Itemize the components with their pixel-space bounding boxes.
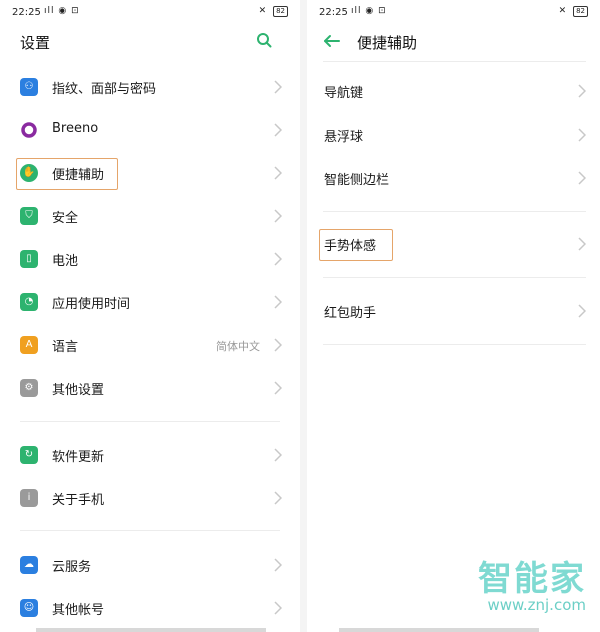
chevron-right-icon — [274, 338, 282, 352]
settings-item-other-accounts[interactable]: ☺ 其他帐号 — [0, 589, 300, 627]
scroll-edge — [36, 628, 266, 632]
assist-screen: 22:25 ıll ◉ ⊡ ✕ 82 便捷辅助 导航键 悬浮球 智能侧边栏 手势… — [307, 0, 600, 632]
settings-item-security[interactable]: ⛉ 安全 — [0, 197, 300, 235]
settings-item-software-update[interactable]: ↻ 软件更新 — [0, 436, 300, 474]
battery-icon: ▯ — [20, 250, 38, 268]
settings-header: 设置 — [12, 30, 288, 54]
chevron-right-icon — [578, 237, 586, 251]
other-settings-icon: ⚙ — [20, 379, 38, 397]
settings-item-cloud[interactable]: ☁ 云服务 — [0, 546, 300, 584]
assist-item-smart-sidebar[interactable]: 智能侧边栏 — [307, 159, 600, 197]
chevron-right-icon — [274, 252, 282, 266]
status-right: ✕ 82 — [259, 6, 288, 17]
item-label: 云服务 — [52, 560, 92, 575]
account-icon: ☺ — [20, 599, 38, 617]
watermark: 智能家 www.znj.com — [478, 551, 586, 614]
item-label: 语言 — [52, 340, 79, 355]
item-label: 其他帐号 — [52, 603, 105, 618]
back-arrow-icon[interactable] — [323, 34, 341, 48]
search-icon[interactable] — [256, 32, 272, 48]
item-label: 安全 — [52, 211, 79, 226]
language-value: 简体中文 — [216, 340, 260, 353]
chevron-right-icon — [578, 84, 586, 98]
settings-item-breeno[interactable]: Breeno — [0, 111, 300, 149]
section-divider — [323, 277, 586, 278]
battery-indicator: 82 — [573, 6, 588, 17]
shield-icon: ⛉ — [20, 207, 38, 225]
panel-gap — [300, 0, 307, 632]
battery-indicator: 82 — [273, 6, 288, 17]
settings-item-other-settings[interactable]: ⚙ 其他设置 — [0, 369, 300, 407]
language-icon: A — [20, 336, 38, 354]
watermark-brand: 智能家 — [478, 559, 586, 599]
chevron-right-icon — [274, 491, 282, 505]
update-icon: ↻ — [20, 446, 38, 464]
settings-item-battery[interactable]: ▯ 电池 — [0, 240, 300, 278]
chevron-right-icon — [578, 304, 586, 318]
chevron-right-icon — [274, 80, 282, 94]
info-icon: i — [20, 489, 38, 507]
item-label: 红包助手 — [324, 306, 377, 321]
chevron-right-icon — [274, 123, 282, 137]
item-label: 智能侧边栏 — [324, 173, 390, 188]
item-label: 电池 — [52, 254, 79, 269]
item-label: 指纹、面部与密码 — [52, 82, 157, 97]
watermark-url: www.znj.com — [487, 596, 586, 614]
item-label: 悬浮球 — [324, 130, 364, 145]
settings-item-app-time[interactable]: ◔ 应用使用时间 — [0, 283, 300, 321]
signal-icons: ıll ◉ ⊡ — [44, 6, 80, 16]
status-bar: 22:25 ıll ◉ ⊡ ✕ 82 — [319, 6, 588, 22]
section-divider — [20, 421, 280, 422]
section-divider — [323, 211, 586, 212]
mute-icon: ✕ — [258, 6, 267, 16]
section-divider — [323, 344, 586, 345]
item-label: 导航键 — [324, 86, 364, 101]
status-bar: 22:25 ıll ◉ ⊡ ✕ 82 — [12, 6, 288, 22]
settings-item-fingerprint[interactable]: ⚇ 指纹、面部与密码 — [0, 68, 300, 106]
assist-item-nav-keys[interactable]: 导航键 — [307, 72, 600, 110]
chevron-right-icon — [274, 166, 282, 180]
chevron-right-icon — [274, 209, 282, 223]
settings-screen: 22:25 ıll ◉ ⊡ ✕ 82 设置 ⚇ 指纹、面部与密码 Breeno … — [0, 0, 300, 632]
item-label: 关于手机 — [52, 493, 105, 508]
face-id-icon: ⚇ — [20, 78, 38, 96]
item-label: 软件更新 — [52, 450, 105, 465]
item-label: 其他设置 — [52, 383, 105, 398]
signal-icons: ıll ◉ ⊡ — [351, 6, 387, 16]
settings-item-language[interactable]: A 语言 简体中文 — [0, 326, 300, 364]
scroll-edge — [339, 628, 539, 632]
assist-item-floating-ball[interactable]: 悬浮球 — [307, 116, 600, 154]
highlight-box — [319, 229, 393, 261]
assist-item-red-packet[interactable]: 红包助手 — [307, 292, 600, 330]
chevron-right-icon — [274, 295, 282, 309]
cloud-icon: ☁ — [20, 556, 38, 574]
settings-item-about-phone[interactable]: i 关于手机 — [0, 479, 300, 517]
chevron-right-icon — [578, 128, 586, 142]
header-divider — [323, 61, 586, 62]
section-divider — [20, 530, 280, 531]
page-title: 设置 — [20, 34, 51, 52]
chevron-right-icon — [274, 381, 282, 395]
highlight-box — [16, 158, 118, 190]
item-label: Breeno — [52, 121, 99, 136]
assist-header: 便捷辅助 — [319, 30, 588, 54]
chevron-right-icon — [274, 601, 282, 615]
page-title: 便捷辅助 — [357, 34, 418, 52]
status-time: 22:25 — [12, 7, 41, 18]
app-time-icon: ◔ — [20, 293, 38, 311]
mute-icon: ✕ — [558, 6, 567, 16]
chevron-right-icon — [274, 558, 282, 572]
status-right: ✕ 82 — [559, 6, 588, 17]
item-label: 应用使用时间 — [52, 297, 131, 312]
breeno-icon — [20, 121, 38, 139]
chevron-right-icon — [578, 171, 586, 185]
status-time: 22:25 — [319, 7, 348, 18]
chevron-right-icon — [274, 448, 282, 462]
